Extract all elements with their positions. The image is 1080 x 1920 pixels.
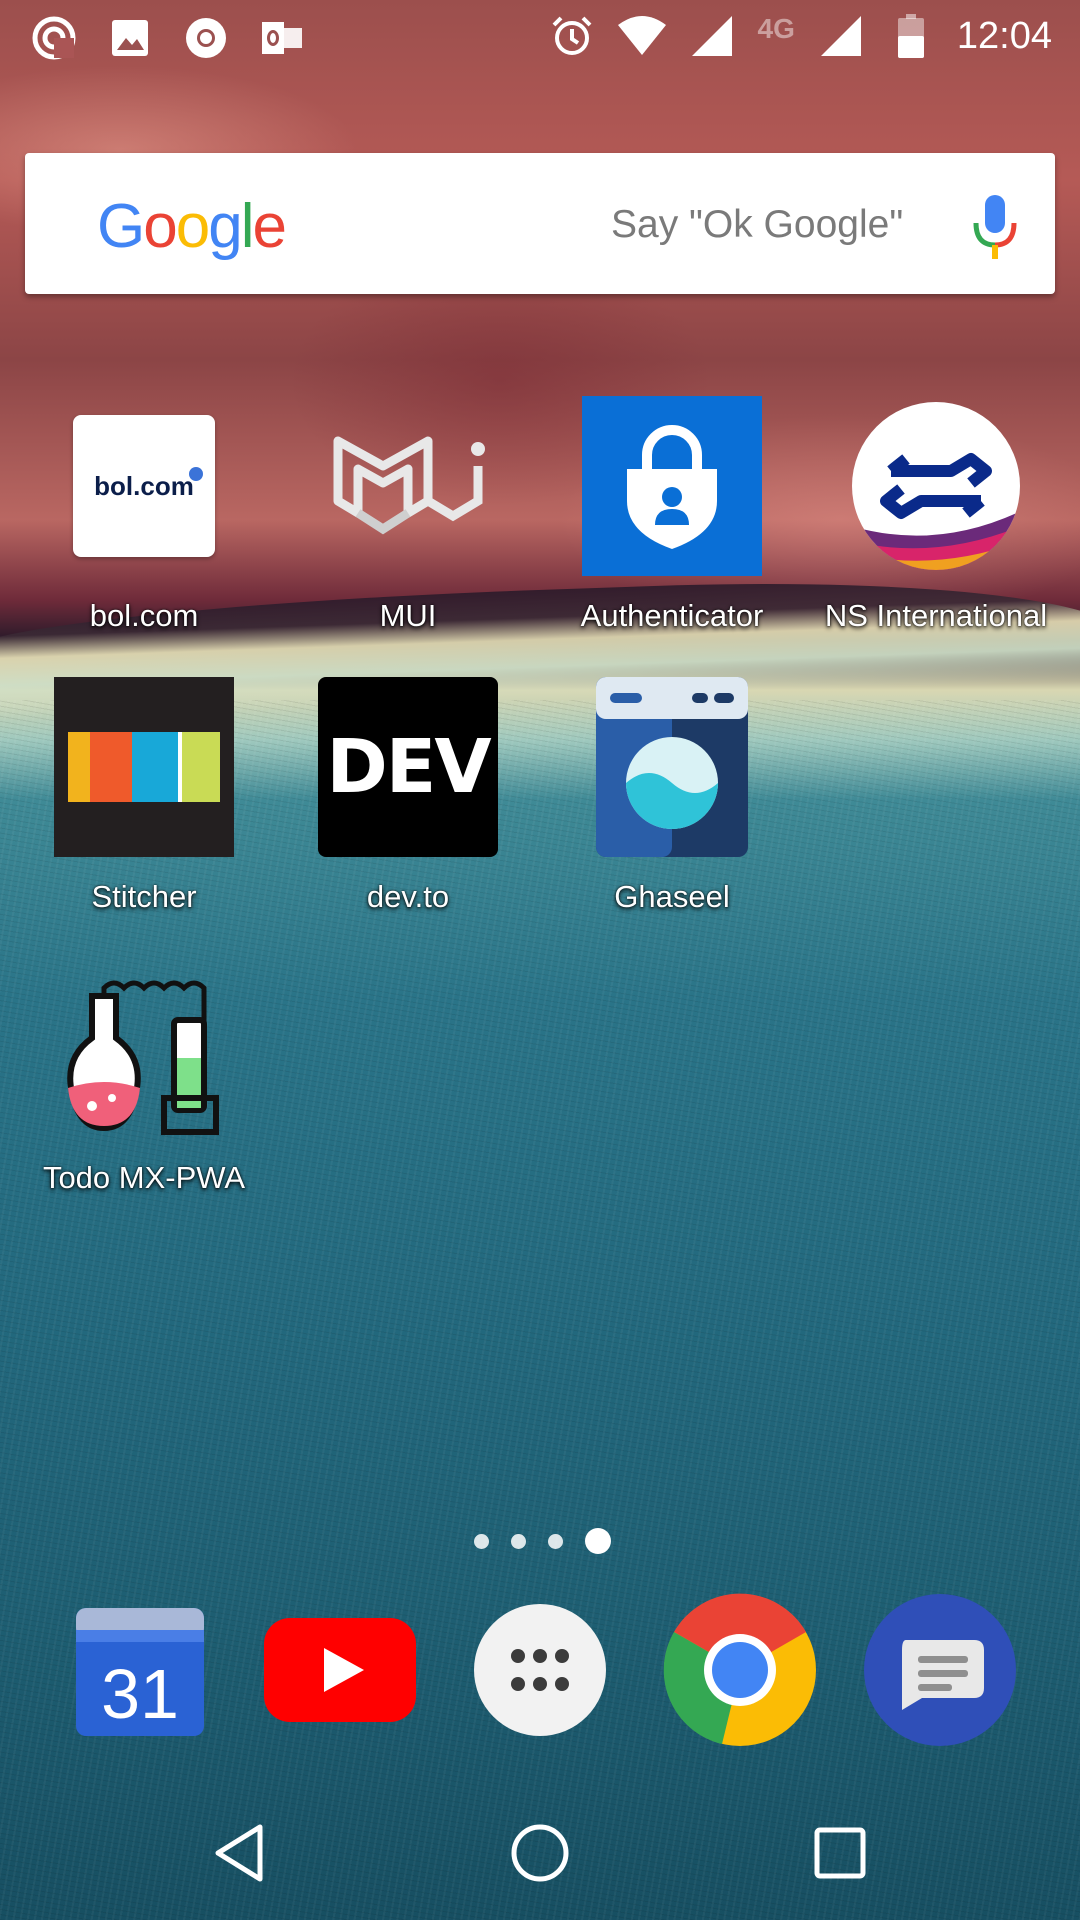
dock-messages[interactable]	[860, 1590, 1020, 1750]
dock-chrome[interactable]	[660, 1590, 820, 1750]
app-label-stitcher: Stitcher	[91, 879, 197, 914]
ns-international-icon	[846, 396, 1026, 576]
app-label-ns-international: NS International	[824, 598, 1048, 633]
dev-to-icon: DEV	[318, 677, 498, 857]
network-type: 4G	[757, 13, 795, 44]
alarm-icon	[548, 12, 596, 60]
outlook-icon	[258, 14, 306, 62]
recents-icon	[814, 1827, 866, 1879]
signal-icon-secondary	[817, 12, 865, 60]
image-icon	[106, 14, 154, 62]
home-icon	[511, 1824, 569, 1882]
youtube-icon	[264, 1618, 416, 1722]
clock: 12:04	[956, 14, 1052, 57]
system-icons: 4G 12:04	[548, 12, 1052, 60]
page-dot[interactable]	[548, 1533, 563, 1549]
chrome-icon	[182, 14, 230, 62]
todo-mx-pwa-icon	[54, 958, 234, 1138]
dock-app-drawer[interactable]	[460, 1590, 620, 1750]
app-label-dev-to: dev.to	[366, 879, 450, 914]
app-authenticator[interactable]: Authenticator	[540, 396, 804, 634]
recents-button[interactable]	[800, 1813, 880, 1893]
status-bar: 4G 12:04	[0, 0, 1080, 75]
app-label-bol-com: bol.com	[89, 598, 199, 633]
bol-logo-text: bol.com	[94, 470, 194, 501]
app-mui[interactable]: MUI	[276, 396, 540, 634]
app-ghaseel[interactable]: Ghaseel	[540, 677, 804, 915]
authenticator-icon	[582, 396, 762, 576]
signal-icon	[688, 12, 736, 60]
navigation-bar	[0, 1785, 1080, 1920]
back-button[interactable]	[200, 1813, 280, 1893]
dock-youtube[interactable]	[260, 1590, 420, 1750]
pocket-casts-icon	[30, 14, 78, 62]
battery-icon	[887, 12, 935, 60]
messages-icon	[864, 1594, 1016, 1746]
dock-calendar[interactable]: 31	[60, 1590, 220, 1750]
app-ns-international[interactable]: NS International	[804, 396, 1068, 634]
app-label-authenticator: Authenticator	[580, 598, 764, 633]
app-label-mui: MUI	[379, 598, 437, 633]
google-search-bar[interactable]: Google Say "Ok Google"	[25, 153, 1055, 294]
home-button[interactable]	[500, 1813, 580, 1893]
dev-logo-text: DEV	[326, 724, 491, 810]
app-label-ghaseel: Ghaseel	[614, 879, 730, 914]
search-hint: Say "Ok Google"	[611, 203, 904, 246]
mui-icon	[318, 396, 498, 576]
page-dot[interactable]	[474, 1533, 489, 1549]
app-dev-to[interactable]: DEV dev.to	[276, 677, 540, 915]
chrome-icon	[663, 1593, 816, 1746]
stitcher-icon	[54, 677, 234, 857]
ghaseel-icon	[582, 677, 762, 857]
wifi-icon	[617, 12, 666, 60]
page-dot-active[interactable]	[585, 1528, 611, 1554]
app-drawer-icon	[474, 1604, 606, 1736]
back-icon	[215, 1824, 263, 1882]
calendar-icon: 31	[76, 1608, 204, 1736]
app-bol-com[interactable]: bol.com bol.com	[12, 396, 276, 634]
app-stitcher[interactable]: Stitcher	[12, 677, 276, 915]
page-dot[interactable]	[511, 1533, 526, 1549]
google-logo: Google	[97, 192, 287, 261]
notification-icons	[30, 14, 306, 62]
page-indicator	[474, 1528, 611, 1554]
app-todo-mx-pwa[interactable]: Todo MX-PWA	[12, 958, 276, 1196]
bol-com-icon: bol.com	[54, 396, 234, 576]
app-label-todo-mx-pwa: Todo MX-PWA	[42, 1160, 246, 1195]
mic-icon[interactable]	[970, 193, 1020, 263]
calendar-day: 31	[101, 1655, 179, 1733]
